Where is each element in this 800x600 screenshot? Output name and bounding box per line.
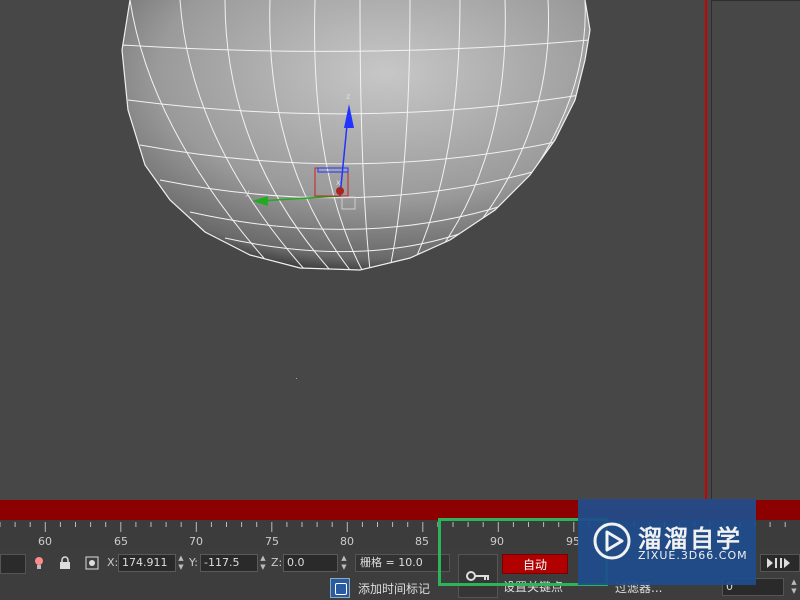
time-tag-icon bbox=[330, 578, 350, 598]
watermark-subtitle: ZIXUE.3D66.COM bbox=[638, 549, 748, 562]
selection-field[interactable] bbox=[0, 554, 26, 574]
add-time-tag[interactable]: 添加时间标记 bbox=[330, 577, 440, 599]
transform-mode-icon[interactable] bbox=[83, 554, 101, 572]
x-spinner[interactable]: ▲ ▼ bbox=[177, 554, 185, 572]
play-icon bbox=[593, 522, 631, 560]
x-coordinate-input[interactable]: 174.911 bbox=[118, 554, 176, 572]
lock-icon[interactable] bbox=[56, 554, 74, 572]
axis-x-label: x bbox=[336, 178, 341, 187]
add-time-tag-label: 添加时间标记 bbox=[358, 582, 431, 596]
viewport-perspective[interactable]: z x y bbox=[0, 0, 705, 500]
tick-65: 65 bbox=[114, 535, 128, 548]
axis-z-label: z bbox=[346, 92, 350, 101]
bulb-icon[interactable] bbox=[30, 554, 48, 572]
watermark-logo: 溜溜自学 ZIXUE.3D66.COM bbox=[578, 499, 756, 585]
tick-60: 60 bbox=[38, 535, 52, 548]
tick-85: 85 bbox=[415, 535, 429, 548]
z-spinner[interactable]: ▲ ▼ bbox=[340, 554, 348, 572]
sphere-mesh: z x y bbox=[121, 0, 591, 379]
y-label: Y: bbox=[189, 556, 198, 569]
playback-controls[interactable] bbox=[760, 554, 800, 572]
tick-80: 80 bbox=[340, 535, 354, 548]
grid-size-display: 栅格 = 10.0 bbox=[355, 554, 450, 572]
x-label: X: bbox=[107, 556, 119, 569]
axis-y-label: y bbox=[245, 188, 250, 197]
tick-75: 75 bbox=[265, 535, 279, 548]
tick-70: 70 bbox=[189, 535, 203, 548]
next-frame-icon bbox=[767, 558, 790, 568]
y-coordinate-input[interactable]: -117.5 bbox=[200, 554, 258, 572]
z-coordinate-input[interactable]: 0.0 bbox=[283, 554, 338, 572]
frame-spinner[interactable]: ▲ ▼ bbox=[790, 578, 798, 596]
y-spinner[interactable]: ▲ ▼ bbox=[259, 554, 267, 572]
right-viewport[interactable] bbox=[707, 0, 800, 500]
z-label: Z: bbox=[271, 556, 283, 569]
